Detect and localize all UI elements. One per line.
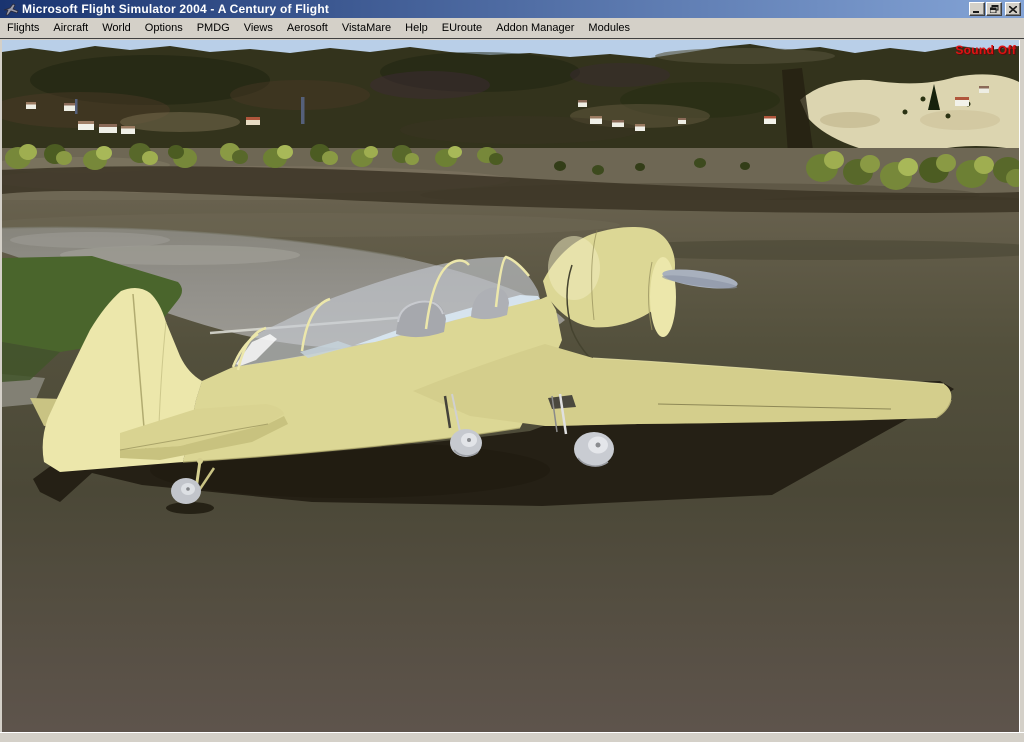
title-bar: Microsoft Flight Simulator 2004 - A Cent… (0, 0, 1024, 18)
simulator-3d-view[interactable]: Sound Off (2, 40, 1019, 732)
minimize-icon (973, 10, 979, 13)
close-icon (1009, 5, 1017, 13)
radio-tower (75, 99, 78, 114)
menu-item-addon-manager[interactable]: Addon Manager (489, 18, 581, 38)
radio-tower (301, 97, 305, 124)
restore-button[interactable] (986, 2, 1002, 16)
minimize-button[interactable] (969, 2, 985, 16)
window-border-bottom (0, 732, 1024, 742)
menu-item-euroute[interactable]: EUroute (435, 18, 489, 38)
menu-item-modules[interactable]: Modules (581, 18, 637, 38)
window-border-right (1019, 40, 1024, 732)
close-button[interactable] (1005, 2, 1021, 16)
restore-icon (989, 5, 998, 13)
menu-item-views[interactable]: Views (237, 18, 280, 38)
menu-item-vistamare[interactable]: VistaMare (335, 18, 398, 38)
window-border-left (0, 40, 2, 732)
menu-item-aircraft[interactable]: Aircraft (46, 18, 95, 38)
cowl-lip (650, 257, 676, 337)
sound-status-label: Sound Off (955, 43, 1016, 57)
menu-item-world[interactable]: World (95, 18, 138, 38)
window-title: Microsoft Flight Simulator 2004 - A Cent… (22, 1, 330, 16)
scene-graphics (2, 40, 1019, 732)
app-icon[interactable] (3, 2, 19, 17)
menu-item-aerosoft[interactable]: Aerosoft (280, 18, 335, 38)
menu-item-options[interactable]: Options (138, 18, 190, 38)
menu-bar: Flights Aircraft World Options PMDG View… (0, 18, 1024, 39)
menu-item-flights[interactable]: Flights (0, 18, 46, 38)
menu-item-help[interactable]: Help (398, 18, 435, 38)
menu-item-pmdg[interactable]: PMDG (190, 18, 237, 38)
